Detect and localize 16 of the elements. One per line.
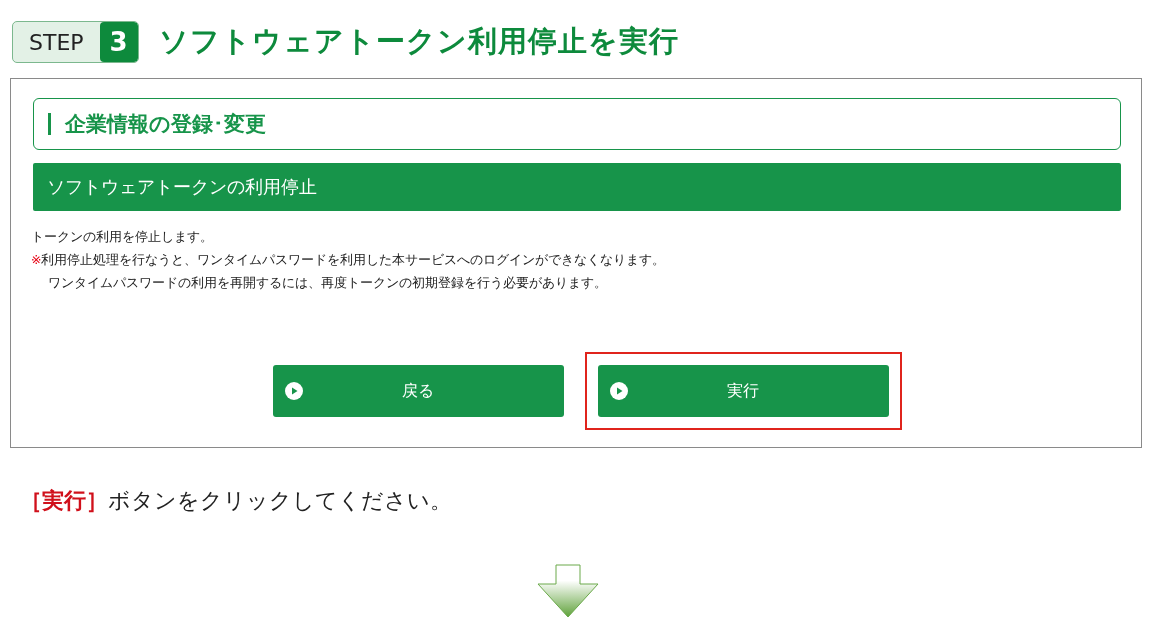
message-text: トークンの利用を停止します。 <box>31 228 213 246</box>
section-heading: 企業情報の登録･変更 <box>65 111 266 138</box>
heading-bar-icon <box>48 113 51 135</box>
panel-title: ソフトウェアトークンの利用停止 <box>33 163 1121 211</box>
step-label: STEP <box>28 28 85 57</box>
message-text: 利用停止処理を行なうと、ワンタイムパスワードを利用した本サービスへのログインができなくなります。 <box>41 251 666 269</box>
action-button[interactable]: 戻る <box>272 365 564 417</box>
step-number: 3 <box>99 22 138 62</box>
message-text: ワンタイムパスワードの利用を再開するには、再度トークンの初期登録を行う必要があります。 <box>48 274 607 292</box>
play-icon <box>284 382 303 400</box>
down-arrow-icon <box>537 564 599 618</box>
play-icon <box>609 382 628 400</box>
note-mark: ※ <box>31 251 42 269</box>
page-title: ソフトウェアトークン利用停止を実行 <box>158 23 679 60</box>
action-button[interactable]: 実行 <box>597 365 889 417</box>
instruction-text: ［実行］ボタンをクリックしてください。 <box>20 487 453 515</box>
